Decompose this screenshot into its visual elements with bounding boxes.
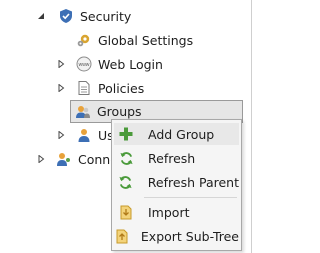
import-icon — [114, 205, 138, 220]
panel-border — [251, 0, 252, 253]
collapsed-arrow-icon[interactable] — [56, 83, 66, 93]
refresh-icon — [114, 151, 138, 166]
context-menu: Add Group Refresh Refresh Parent Import … — [111, 119, 242, 251]
tree-node-label: Policies — [98, 80, 145, 96]
tree-node-label: Web Login — [98, 56, 163, 72]
refresh-icon — [114, 175, 138, 190]
www-icon: www — [76, 56, 92, 72]
menu-item-refresh-parent[interactable]: Refresh Parent — [114, 171, 239, 193]
tree-node-label: Global Settings — [98, 32, 194, 48]
svg-text:www: www — [79, 62, 90, 68]
gear-icon — [76, 32, 92, 48]
tree-node-connections[interactable]: Conne — [36, 148, 118, 170]
export-icon — [114, 229, 131, 244]
menu-item-refresh[interactable]: Refresh — [114, 147, 239, 169]
collapsed-arrow-icon[interactable] — [56, 59, 66, 69]
collapsed-arrow-icon[interactable] — [56, 130, 66, 140]
connections-icon — [56, 151, 72, 167]
tree-node-policies[interactable]: Policies — [56, 77, 144, 99]
document-icon — [76, 80, 92, 96]
expanded-arrow-icon[interactable] — [36, 11, 46, 21]
tree-node-label: Groups — [97, 104, 142, 119]
plus-icon — [114, 127, 138, 141]
menu-separator — [144, 197, 237, 198]
group-icon — [75, 104, 91, 120]
tree-node-security[interactable]: Security — [36, 5, 131, 27]
tree-view-panel: Security Global Settings www Web Login P… — [0, 0, 255, 253]
tree-node-web-login[interactable]: www Web Login — [56, 53, 163, 75]
menu-item-export-sub-tree[interactable]: Export Sub-Tree — [114, 225, 239, 247]
collapsed-arrow-icon[interactable] — [36, 154, 46, 164]
shield-icon — [58, 8, 74, 24]
tree-node-label: Security — [80, 8, 132, 24]
menu-item-import[interactable]: Import — [114, 201, 239, 223]
menu-item-add-group[interactable]: Add Group — [114, 123, 239, 145]
user-icon — [76, 127, 92, 143]
tree-node-global-settings[interactable]: Global Settings — [76, 29, 193, 51]
